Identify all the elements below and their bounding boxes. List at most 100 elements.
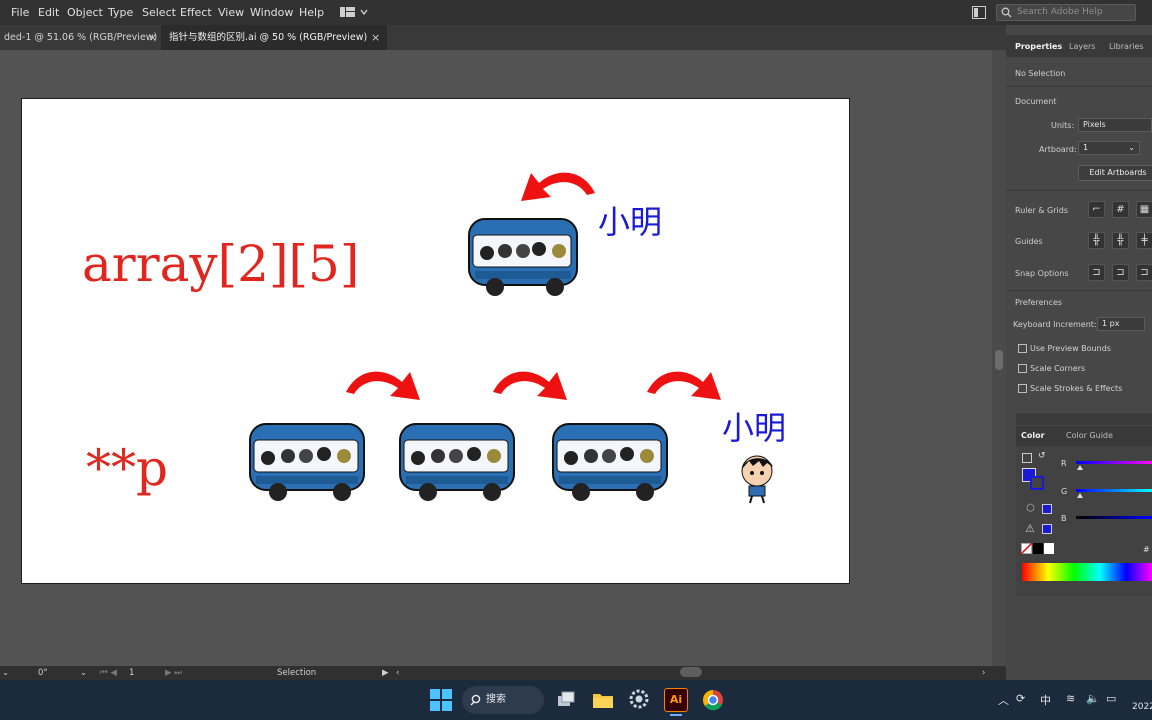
play-icon[interactable]: ▶ [382,668,389,678]
horizontal-scrollbar-thumb[interactable] [680,667,702,677]
tab-untitled[interactable]: ded-1 @ 51.06 % (RGB/Preview) × [0,25,160,50]
bus-icon[interactable] [246,416,370,504]
bus-icon[interactable] [396,416,520,504]
units-select[interactable]: Pixels [1078,118,1152,132]
chevron-up-icon[interactable]: ︿ [998,692,1009,708]
name-label-top[interactable]: 小明 [598,197,662,243]
scrollbar-thumb[interactable] [995,350,1003,370]
scroll-left-icon[interactable]: ‹ [396,668,399,678]
keyboard-increment-input[interactable]: 1 px [1097,317,1145,331]
settings-gear-icon[interactable] [628,688,650,714]
red-slider[interactable] [1076,461,1152,464]
arrow-right-icon[interactable] [489,366,571,404]
menu-view[interactable]: View [218,6,244,19]
selection-status: No Selection [1015,69,1066,78]
use-preview-bounds-checkbox[interactable] [1018,344,1027,353]
slider-handle[interactable] [1077,493,1083,498]
smart-guides-icon[interactable]: ╪ [1136,232,1152,249]
gamut-color-swatch[interactable] [1042,524,1052,534]
chevron-down-icon[interactable]: ⌄ [2,668,9,678]
chrome-icon[interactable] [702,689,724,715]
default-colors-icon[interactable] [1022,453,1032,463]
menu-help[interactable]: Help [299,6,324,19]
arrow-right-icon[interactable] [342,366,424,404]
bus-icon[interactable] [549,416,673,504]
divider [1006,86,1152,87]
snap-to-glyph-icon[interactable]: ⊐ [1136,264,1152,281]
snap-to-pixel-icon[interactable]: ⊐ [1112,264,1129,281]
battery-icon[interactable]: ▭ [1106,692,1116,705]
swap-colors-icon[interactable]: ↺ [1038,451,1046,461]
pointer-text[interactable]: **p [86,439,168,497]
task-view-icon[interactable] [556,690,576,714]
tab-pointer-array[interactable]: 指针与数组的区别.ai @ 50 % (RGB/Preview) × [161,25,387,50]
array-text[interactable]: array[2][5] [82,235,359,293]
arrow-right-icon[interactable] [643,366,725,404]
menu-edit[interactable]: Edit [38,6,59,19]
slider-handle[interactable] [1077,465,1083,470]
green-slider[interactable] [1076,489,1152,492]
lock-guides-icon[interactable]: ╬ [1112,232,1129,249]
name-label-bottom[interactable]: 小明 [722,403,786,449]
menu-type[interactable]: Type [108,6,133,19]
sync-icon[interactable]: ⟳ [1016,692,1025,705]
menu-effect[interactable]: Effect [180,6,212,19]
chevron-down-icon[interactable]: ⌄ [80,668,87,678]
vertical-scrollbar[interactable] [992,50,1006,666]
ime-indicator[interactable]: 中 [1040,692,1051,708]
pixel-grid-icon[interactable]: ▦ [1136,201,1152,218]
bus-icon[interactable] [465,211,583,299]
tab-color-guide[interactable]: Color Guide [1066,431,1113,440]
none-swatch[interactable] [1021,543,1032,554]
snap-to-point-icon[interactable]: ⊐ [1088,264,1105,281]
menu-object[interactable]: Object [67,6,103,19]
edit-artboards-button[interactable]: Edit Artboards [1078,165,1152,181]
close-icon[interactable]: × [371,25,380,50]
web-color-swatch[interactable] [1042,504,1052,514]
active-app-indicator [670,714,682,716]
scale-corners-checkbox[interactable] [1018,364,1027,373]
menu-file[interactable]: File [11,6,29,19]
menu-select[interactable]: Select [142,6,176,19]
boy-icon[interactable] [737,453,779,505]
artboard[interactable]: array[2][5] **p 小明 小明 [21,98,850,584]
wifi-icon[interactable]: ≋ [1066,692,1075,705]
scroll-right-icon[interactable]: › [982,668,985,678]
volume-icon[interactable]: 🔈 [1086,692,1100,705]
scale-strokes-checkbox[interactable] [1018,384,1027,393]
show-guides-icon[interactable]: ╬ [1088,232,1105,249]
keyboard-increment-label: Keyboard Increment: [1013,320,1097,329]
arrow-left-icon[interactable] [517,167,599,205]
current-tool[interactable]: Selection [277,668,316,678]
close-icon[interactable]: × [148,25,157,50]
tab-libraries[interactable]: Libraries [1109,42,1144,51]
arrange-documents-icon[interactable] [972,6,986,22]
chevron-down-icon: ⌄ [1128,143,1135,152]
file-explorer-icon[interactable] [592,690,614,714]
taskbar-search-button[interactable]: 搜索 [462,686,544,714]
last-artboard-icon[interactable]: ▶ ⏭ [165,668,182,678]
blue-slider[interactable] [1076,516,1152,519]
illustrator-app-icon[interactable]: Ai [664,688,688,712]
artboard-select[interactable]: 1 ⌄ [1078,141,1140,155]
panel-empty-area [1006,598,1152,666]
workspace-switcher-icon[interactable] [340,5,370,20]
tab-layers[interactable]: Layers [1069,42,1095,51]
tab-properties[interactable]: Properties [1015,42,1062,51]
menu-window[interactable]: Window [250,6,293,19]
use-preview-bounds-label: Use Preview Bounds [1030,344,1111,353]
search-input[interactable]: Search Adobe Help [996,4,1136,21]
artboard-number[interactable]: 1 [129,668,134,678]
ruler-icon[interactable]: ⌐ [1088,201,1105,218]
stroke-swatch[interactable] [1030,476,1044,490]
windows-start-icon[interactable] [430,689,452,715]
rotation-value[interactable]: 0° [38,668,48,678]
clock-date[interactable]: 2022 [1132,702,1152,712]
first-artboard-icon[interactable]: ⏮ ◀ [100,668,117,678]
black-swatch[interactable] [1033,543,1043,554]
panel-collapse-bar[interactable] [1016,413,1152,425]
tab-color[interactable]: Color [1021,431,1045,440]
white-swatch[interactable] [1044,543,1054,554]
grid-icon[interactable]: # [1112,201,1129,218]
color-spectrum[interactable] [1022,563,1152,581]
